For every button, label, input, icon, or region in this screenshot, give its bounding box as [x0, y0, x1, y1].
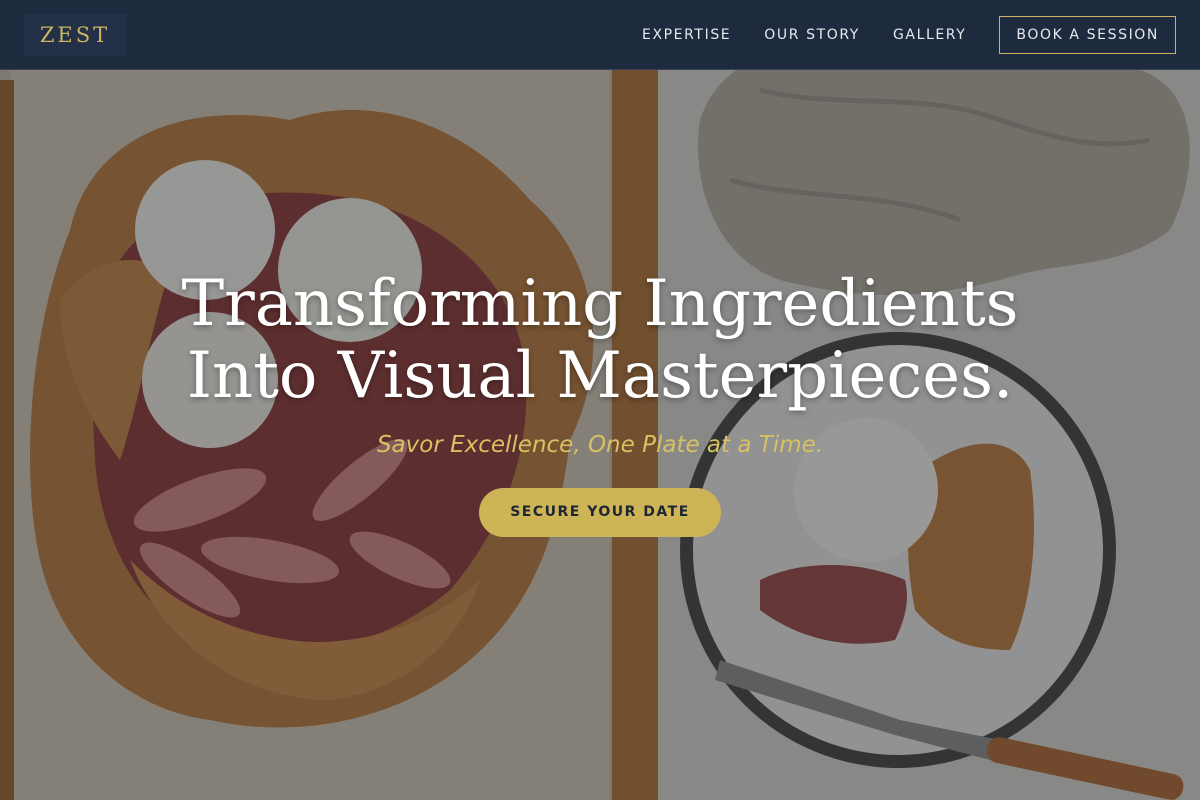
top-navigation-bar: ZEST EXPERTISE OUR STORY GALLERY BOOK A … [0, 0, 1200, 70]
hero-tagline: Savor Excellence, One Plate at a Time. [376, 432, 824, 458]
hero-content: Transforming Ingredients Into Visual Mas… [0, 268, 1200, 537]
nav-link-our-story[interactable]: OUR STORY [764, 27, 860, 43]
brand-logo[interactable]: ZEST [24, 14, 126, 56]
hero-headline: Transforming Ingredients Into Visual Mas… [0, 268, 1200, 412]
hero-headline-line-1: Transforming Ingredients [181, 267, 1019, 341]
secure-date-button[interactable]: SECURE YOUR DATE [479, 488, 721, 537]
nav-links: EXPERTISE OUR STORY GALLERY BOOK A SESSI… [609, 16, 1176, 54]
nav-link-gallery[interactable]: GALLERY [893, 27, 966, 43]
nav-link-expertise[interactable]: EXPERTISE [642, 27, 731, 43]
book-session-button[interactable]: BOOK A SESSION [999, 16, 1176, 54]
hero-headline-line-2: Into Visual Masterpieces. [186, 339, 1014, 413]
